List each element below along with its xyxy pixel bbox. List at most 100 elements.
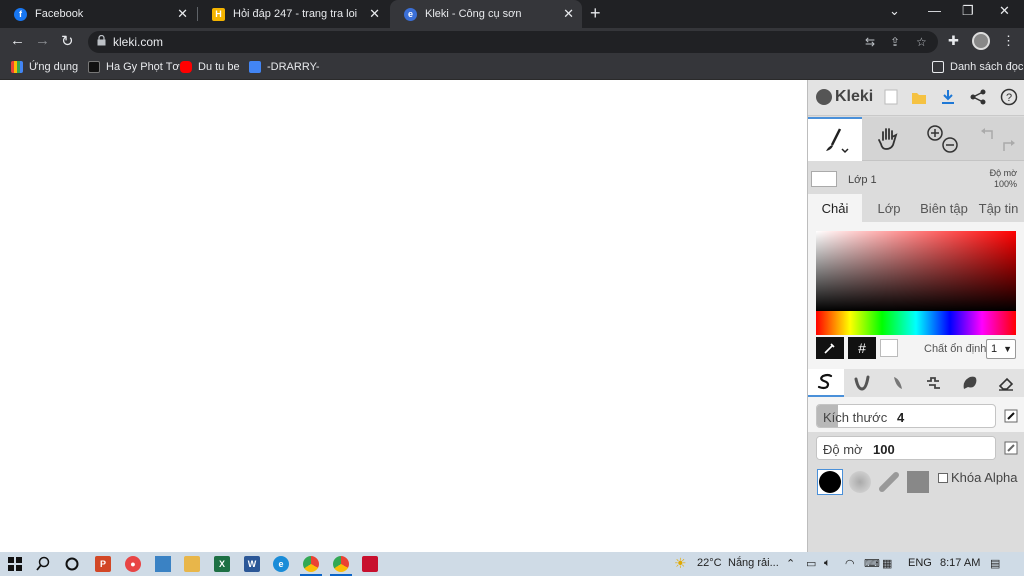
eyedropper-button[interactable] xyxy=(816,337,844,359)
restore-button[interactable]: ❐ xyxy=(962,3,974,19)
square-tip[interactable] xyxy=(905,469,931,495)
chevron-up-icon[interactable]: ⌃ xyxy=(786,557,795,570)
excel-icon[interactable]: X xyxy=(214,556,230,572)
notification-icon[interactable]: ▤ xyxy=(990,557,1000,570)
tab-search-icon[interactable]: ⌄ xyxy=(889,3,900,19)
edit-opacity-icon[interactable] xyxy=(1004,441,1018,455)
tab-brush[interactable]: Chải xyxy=(808,194,862,222)
bookmark-hagy[interactable]: Ha Gy Phọt Tơ xyxy=(88,61,180,73)
address-bar[interactable]: kleki.com ⇆ ⇪ ☆ xyxy=(88,31,938,53)
tool-bar xyxy=(808,117,1024,161)
clock[interactable]: 8:17 AM xyxy=(940,557,980,569)
saturation-value-picker[interactable] xyxy=(816,231,1016,311)
pen-brush[interactable] xyxy=(808,369,844,397)
eraser-tool[interactable] xyxy=(988,369,1024,397)
chrome-icon[interactable] xyxy=(333,556,349,572)
opacity-label: Độ mờ xyxy=(823,442,863,457)
avatar[interactable] xyxy=(972,32,990,50)
alpha-lock-checkbox[interactable] xyxy=(938,472,948,483)
minimize-button[interactable]: — xyxy=(928,3,941,18)
bookmark-youtube[interactable]: Du tu be xyxy=(180,61,240,73)
close-window-button[interactable]: ✕ xyxy=(999,3,1010,19)
chrome-icon[interactable] xyxy=(303,556,319,572)
new-tab-button[interactable]: + xyxy=(590,3,601,24)
battery-icon[interactable]: ▭ xyxy=(806,557,816,570)
undo-redo-tool[interactable] xyxy=(971,117,1024,161)
tab-kleki[interactable]: e Kleki - Công cụ sơn ✕ xyxy=(390,0,582,28)
weather-temp[interactable]: 22°C xyxy=(697,557,722,569)
language-indicator[interactable]: ENG xyxy=(908,557,932,569)
reading-list[interactable]: Danh sách đọc xyxy=(932,61,1023,73)
cortana-icon[interactable] xyxy=(64,556,80,572)
search-icon[interactable] xyxy=(35,556,51,572)
keyboard-icon[interactable]: ▦ xyxy=(882,557,892,570)
panel-tabs: Chải Lớp Biên tập Tập tin xyxy=(808,194,1024,222)
back-icon[interactable]: ← xyxy=(10,32,25,49)
mic-icon[interactable]: ⌨ xyxy=(864,557,880,570)
weather-icon[interactable]: ☀ xyxy=(674,555,687,572)
chevron-down-icon: ▼ xyxy=(1003,344,1013,354)
pixel-brush[interactable] xyxy=(916,369,952,397)
bookmark-drarry[interactable]: -DRARRY- xyxy=(249,61,320,73)
reload-icon[interactable]: ↻ xyxy=(61,32,74,50)
help-icon[interactable]: ? xyxy=(1000,88,1018,106)
tab-hoidap[interactable]: H Hỏi đáp 247 - trang tra loi ✕ xyxy=(198,0,388,28)
edge-icon[interactable]: e xyxy=(273,556,289,572)
kleki-logo[interactable]: Kleki xyxy=(816,88,873,106)
desktop-icon[interactable] xyxy=(155,556,171,572)
app-icon[interactable]: ● xyxy=(125,556,141,572)
sketchy-brush[interactable] xyxy=(880,369,916,397)
tab-file[interactable]: Tập tin xyxy=(972,194,1024,222)
extensions-icon[interactable]: ✚ xyxy=(948,33,959,49)
bookmark-apps[interactable]: Ứng dụng xyxy=(11,61,78,73)
word-icon[interactable]: W xyxy=(244,556,260,572)
layer-opacity: Độ mờ 100% xyxy=(990,168,1017,190)
brush-tool[interactable] xyxy=(808,117,862,161)
stabilizer-label: Chất ổn định xyxy=(924,343,987,355)
hex-button[interactable]: # xyxy=(848,337,876,359)
alpha-lock[interactable]: Khóa Alpha xyxy=(938,470,1018,485)
file-explorer-icon[interactable] xyxy=(184,556,200,572)
download-icon[interactable] xyxy=(939,88,957,106)
hand-tool[interactable] xyxy=(863,117,915,161)
open-folder-icon[interactable] xyxy=(910,88,928,106)
round-tip[interactable] xyxy=(817,469,843,495)
bookmark-label: Ha Gy Phọt Tơ xyxy=(106,61,180,73)
volume-icon[interactable]: 🔈︎ xyxy=(824,557,831,570)
close-icon[interactable]: ✕ xyxy=(177,6,188,22)
hue-slider[interactable] xyxy=(816,311,1016,335)
powerpoint-icon[interactable]: P xyxy=(95,556,111,572)
menu-icon[interactable]: ⋮ xyxy=(1002,33,1015,49)
opacity-slider[interactable]: Độ mờ 100 xyxy=(816,436,996,460)
tab-layers[interactable]: Lớp xyxy=(862,194,916,222)
share-icon[interactable]: ⇪ xyxy=(890,35,900,49)
chemy-brush[interactable] xyxy=(952,369,988,397)
windows-start-icon[interactable] xyxy=(7,556,23,572)
size-slider[interactable]: Kích thước 4 xyxy=(816,404,996,428)
tab-facebook[interactable]: f Facebook ✕ xyxy=(0,0,196,28)
translate-icon[interactable]: ⇆ xyxy=(865,35,875,49)
forward-icon[interactable]: → xyxy=(35,32,50,49)
blend-brush[interactable] xyxy=(844,369,880,397)
line-tip[interactable] xyxy=(876,469,902,495)
app-icon[interactable] xyxy=(362,556,378,572)
weather-text[interactable]: Nắng rải... xyxy=(728,557,779,569)
tab-edit[interactable]: Biên tập xyxy=(916,194,972,222)
close-icon[interactable]: ✕ xyxy=(369,6,380,22)
soft-tip[interactable] xyxy=(847,469,873,495)
brush-type-bar xyxy=(808,369,1024,397)
share-icon[interactable] xyxy=(969,88,987,106)
eyedropper-icon xyxy=(824,343,835,354)
layer-preview[interactable]: Lớp 1 Độ mờ 100% xyxy=(808,162,1024,194)
zoom-tool[interactable] xyxy=(916,117,970,161)
stabilizer-select[interactable]: 1 ▼ xyxy=(986,339,1016,359)
bookmark-star-icon[interactable]: ☆ xyxy=(916,35,927,49)
drawing-canvas[interactable] xyxy=(0,80,807,552)
secondary-color-swatch[interactable] xyxy=(880,339,898,357)
hand-icon xyxy=(878,128,898,150)
close-icon[interactable]: ✕ xyxy=(563,6,574,22)
opacity-value: 100 xyxy=(873,442,895,457)
new-image-icon[interactable] xyxy=(882,88,900,106)
edit-size-icon[interactable] xyxy=(1004,409,1018,423)
wifi-icon[interactable]: ◠ xyxy=(845,557,855,570)
